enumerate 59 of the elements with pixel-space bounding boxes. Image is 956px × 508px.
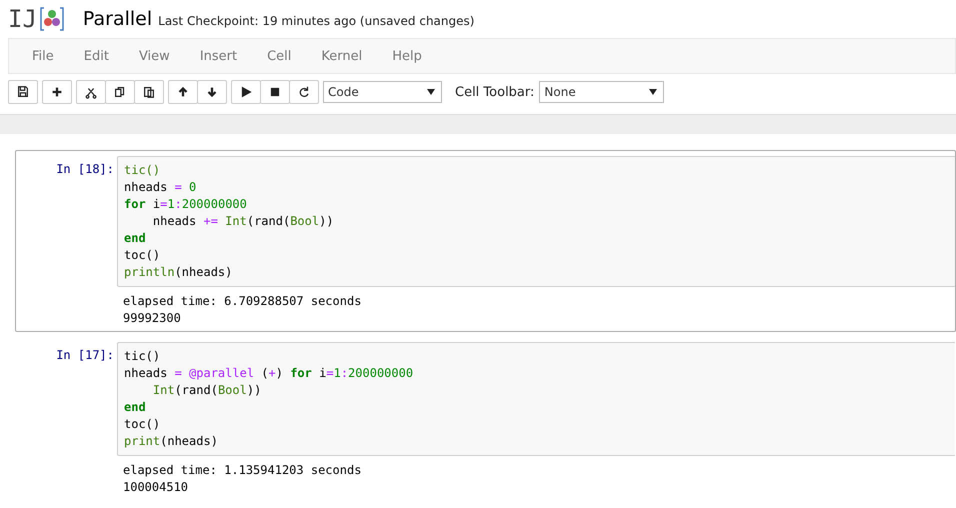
menu-item[interactable]: File (17, 48, 68, 64)
code-editor[interactable]: tic() nheads = 0 for i=1:200000000 nheads += Int(rand(Bool)) end toc() println(nheads) (117, 156, 955, 287)
save-icon (16, 85, 30, 99)
code-line: toc() (124, 416, 162, 433)
paste-icon (142, 85, 156, 99)
menu-item[interactable]: Kernel (306, 48, 376, 64)
dropdown-caret-icon (649, 89, 658, 95)
save-button[interactable] (8, 80, 38, 104)
output-line: 100004510 (123, 479, 190, 496)
code-line: for i=1:200000000 (124, 196, 248, 213)
menu-item[interactable]: View (124, 48, 184, 64)
up-arrow-icon (176, 85, 190, 99)
copy-icon (113, 85, 127, 99)
down-arrow-icon (205, 85, 219, 99)
code-line: nheads += Int(rand(Bool)) (152, 213, 335, 230)
dropdown-caret-icon (427, 89, 435, 95)
paste-button[interactable] (134, 80, 164, 104)
restart-icon (297, 85, 311, 99)
checkpoint-status: Last Checkpoint: 19 minutes ago (unsaved changes) (158, 14, 474, 28)
plus-icon (50, 85, 64, 99)
code-line: nheads = @parallel (+) for i=1:200000000 (124, 365, 414, 382)
output-line: elapsed time: 6.709288507 seconds (123, 293, 362, 310)
add-button[interactable] (42, 80, 72, 104)
menu-item[interactable]: Edit (68, 48, 123, 64)
code-line: end (124, 230, 147, 247)
logo: IJ (8, 5, 65, 33)
cut-button[interactable] (76, 80, 106, 104)
scissors-icon (84, 85, 98, 99)
menu-item[interactable]: Insert (184, 48, 252, 64)
up-button[interactable] (168, 80, 198, 104)
code-line: end (124, 399, 147, 416)
code-line: tic() (124, 348, 162, 365)
run-button[interactable] (231, 80, 261, 104)
selected-cell[interactable]: In [18]: tic() nheads = 0 for i=1:200000000 nheads += Int(rand(Bool)) end toc() println(nheads) elapsed time: 6.709288507 seconds 99992300 (15, 150, 956, 332)
code-line: println(nheads) (124, 264, 234, 281)
restart-button[interactable] (289, 80, 319, 104)
code-line: tic() (124, 162, 162, 179)
code-line: Int(rand(Bool)) (152, 382, 262, 399)
cell-toolbar-dropdown[interactable]: None (539, 81, 664, 103)
stop-button[interactable] (260, 80, 290, 104)
input-prompt: In [17]: (55, 347, 115, 364)
code-line: nheads = 0 (124, 179, 198, 196)
down-button[interactable] (197, 80, 227, 104)
play-icon (239, 85, 253, 99)
copy-button[interactable] (105, 80, 135, 104)
code-line: print(nheads) (124, 433, 219, 450)
stop-icon (268, 85, 282, 99)
code-line: toc() (124, 247, 162, 264)
notebook-title[interactable]: Parallel (82, 8, 152, 30)
cell-toolbar-label: Cell Toolbar: (455, 84, 534, 100)
output-line: elapsed time: 1.135941203 seconds (123, 462, 362, 479)
input-prompt: In [18]: (55, 161, 115, 178)
dots-logo-icon (38, 6, 65, 32)
notebook-cell[interactable]: In [17]: tic() nheads = @parallel (+) for i=1:200000000 Int(rand(Bool)) end toc() print(nheads) elapsed time: 1.135941203 seconds 100004510 (15, 336, 956, 501)
cell-type-dropdown[interactable]: Code (323, 81, 442, 103)
output-line: 99992300 (123, 310, 182, 327)
code-editor[interactable]: tic() nheads = @parallel (+) for i=1:200000000 Int(rand(Bool)) end toc() print(nheads) (117, 342, 955, 456)
menu-item[interactable]: Cell (252, 48, 306, 64)
menu-item[interactable]: Help (377, 48, 436, 64)
